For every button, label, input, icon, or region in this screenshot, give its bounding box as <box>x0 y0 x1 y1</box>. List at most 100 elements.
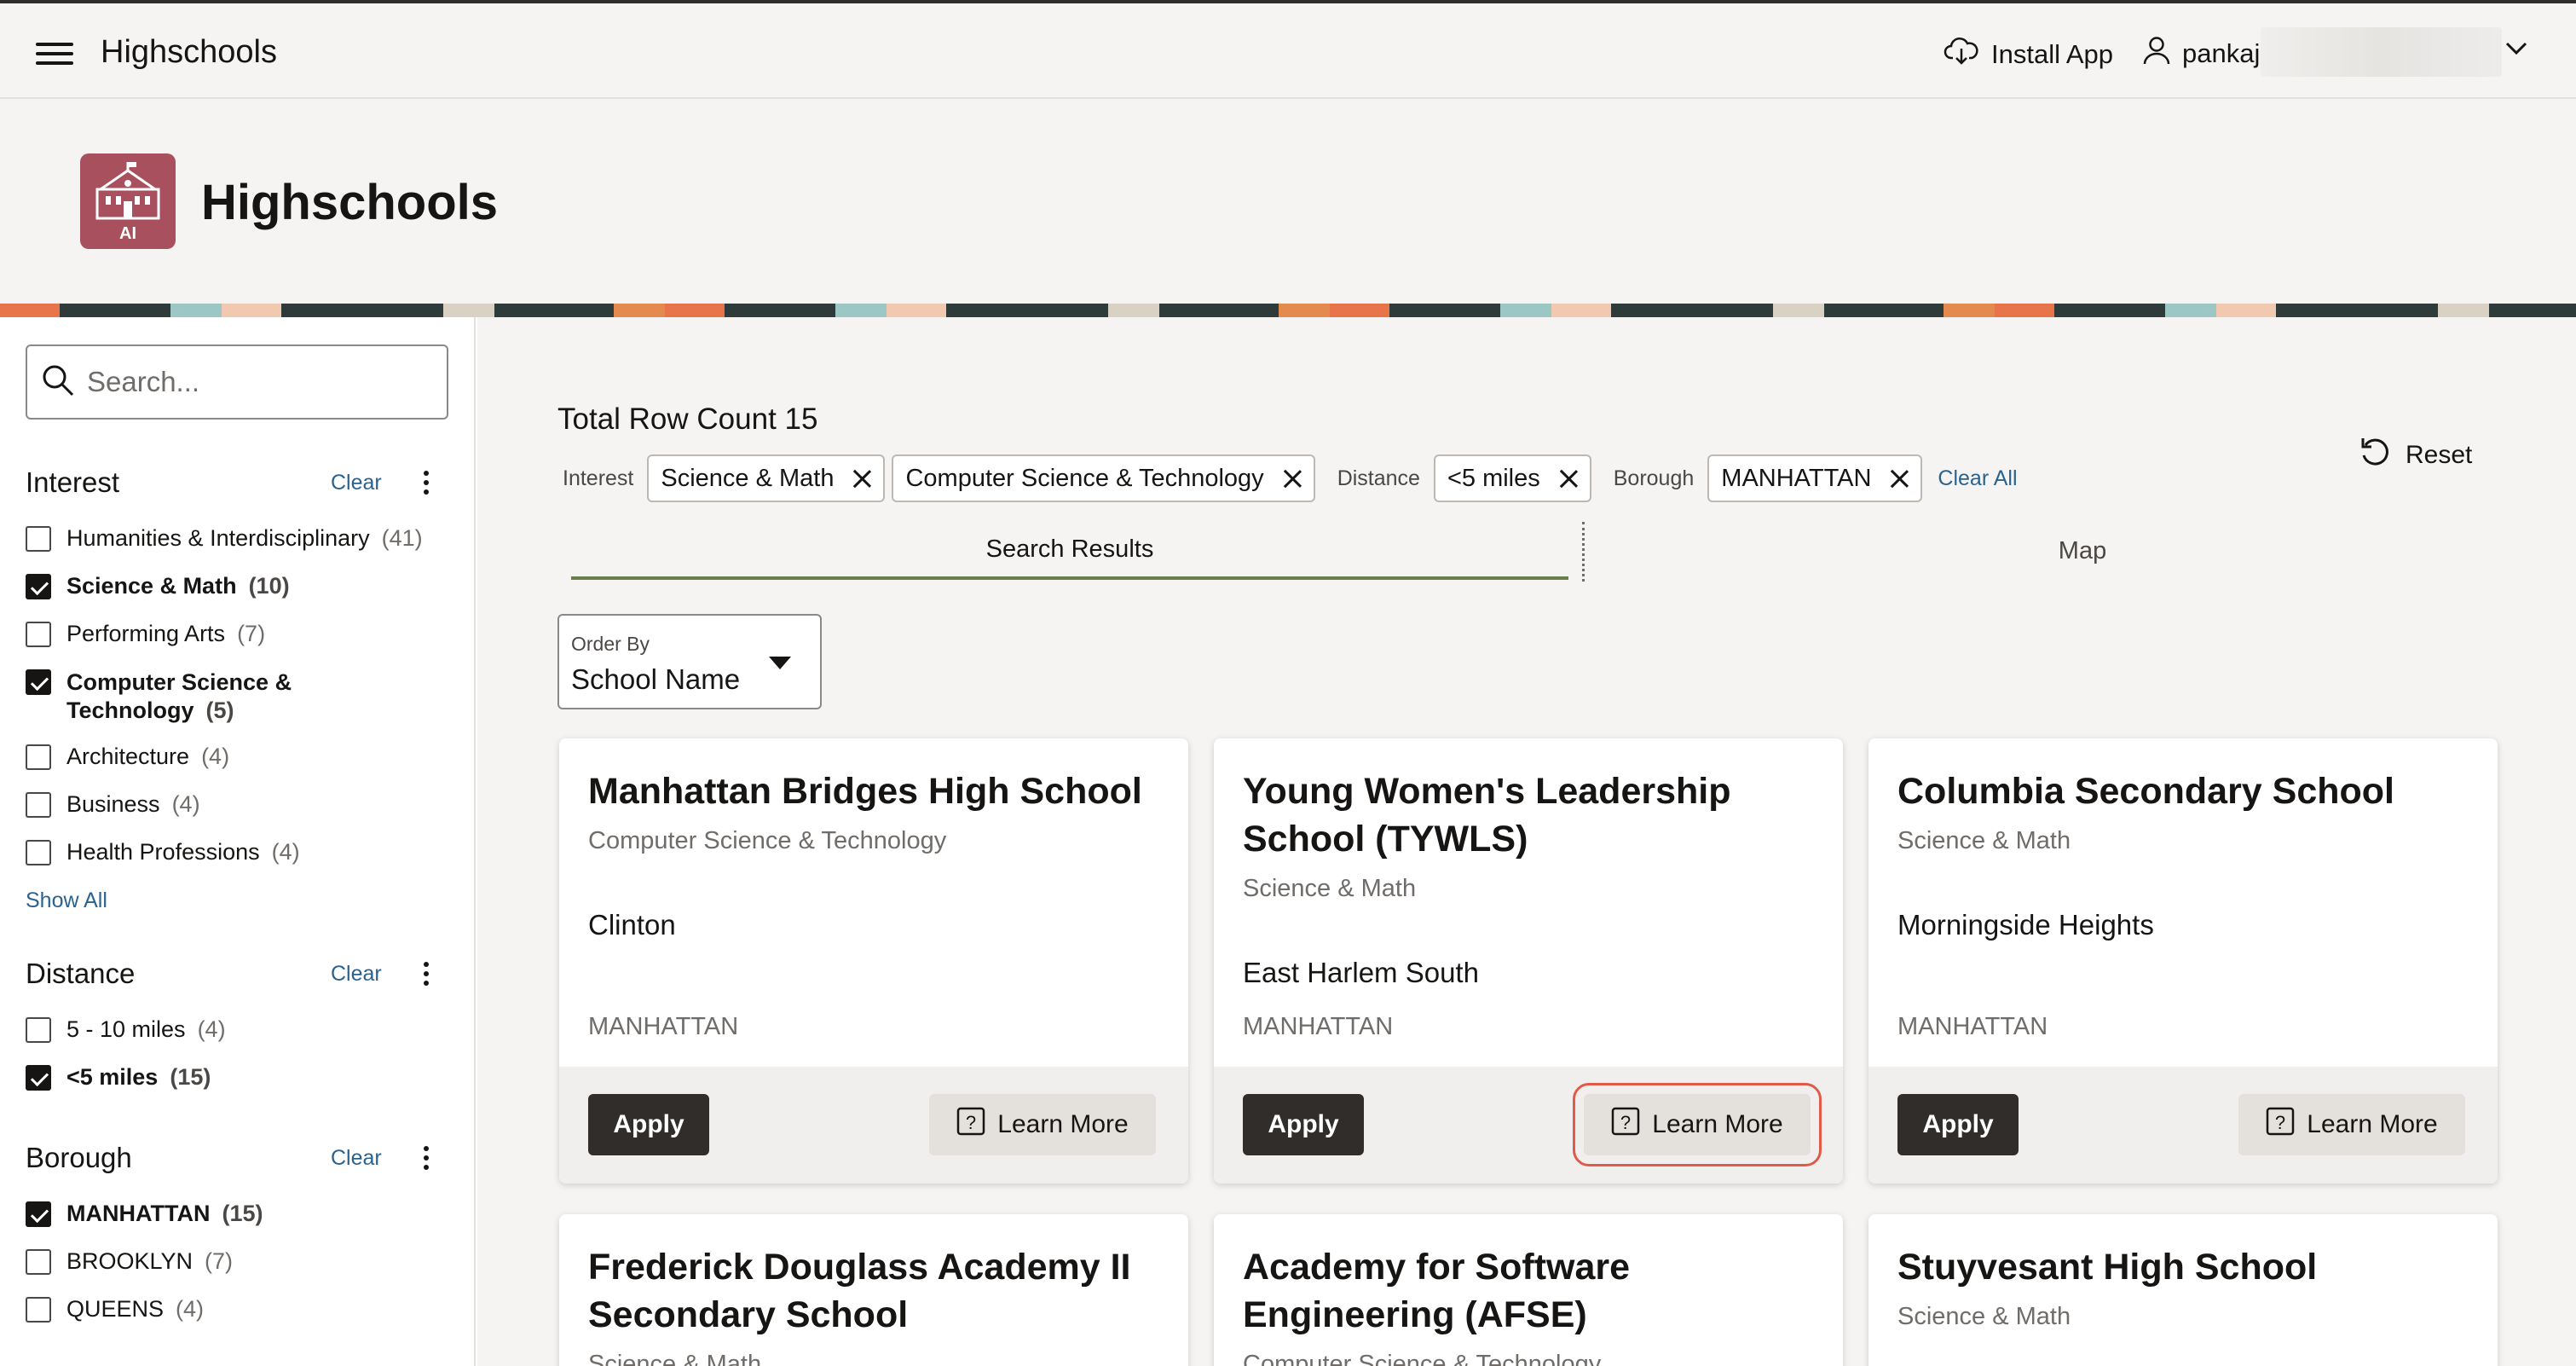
user-menu[interactable]: pankaj <box>2143 36 2260 72</box>
reset-label: Reset <box>2406 441 2473 469</box>
checkbox[interactable] <box>26 526 51 552</box>
facet-option[interactable]: Performing Arts (7) <box>26 621 265 647</box>
checkbox[interactable] <box>26 669 51 695</box>
option-label: Performing Arts <box>66 621 226 646</box>
chip-label: Computer Science & Technology <box>905 464 1264 492</box>
checkbox[interactable] <box>26 574 51 599</box>
show-all-link[interactable]: Show All <box>26 888 107 913</box>
card-footer: Apply ? Learn More <box>1214 1067 1843 1184</box>
filter-chip: <5 miles <box>1433 454 1591 502</box>
order-by-label: Order By <box>571 633 650 655</box>
facet-option[interactable]: Business (4) <box>26 791 200 818</box>
more-options-icon[interactable] <box>413 466 439 500</box>
checkbox[interactable] <box>26 622 51 647</box>
option-count: (4) <box>201 744 230 769</box>
tab-search-results[interactable]: Search Results <box>571 522 1568 580</box>
apply-button[interactable]: Apply <box>1897 1094 2019 1155</box>
school-neighborhood: East Harlem South <box>1243 957 1479 988</box>
school-interest: Science & Math <box>1897 827 2071 854</box>
facet-clear-button[interactable]: Clear <box>331 962 382 987</box>
option-label: <5 miles <box>66 1064 159 1090</box>
school-card: Academy for Software Engineering (AFSE) … <box>1214 1214 1843 1366</box>
facet-option[interactable]: BROOKLYN (7) <box>26 1248 233 1275</box>
apply-button[interactable]: Apply <box>588 1094 709 1155</box>
chip-label: Science & Math <box>661 464 835 492</box>
more-options-icon[interactable] <box>413 1141 439 1175</box>
option-count: (15) <box>222 1201 263 1226</box>
option-count: (4) <box>171 791 200 817</box>
remove-chip-icon[interactable] <box>852 469 871 488</box>
facet-option[interactable]: Computer Science & Technology (5) <box>26 669 322 725</box>
option-count: (4) <box>176 1296 205 1322</box>
school-interest: Science & Math <box>1243 875 1417 902</box>
school-interest: Computer Science & Technology <box>1243 1351 1602 1366</box>
search-input[interactable] <box>87 366 428 398</box>
app-icon-badge: AI <box>119 224 136 243</box>
reset-button[interactable]: Reset <box>2358 435 2472 476</box>
facet-option[interactable]: Architecture (4) <box>26 744 229 770</box>
option-count: (10) <box>248 573 290 599</box>
checkbox[interactable] <box>26 792 51 818</box>
checkbox[interactable] <box>26 1065 51 1091</box>
help-icon: ? <box>1611 1107 1640 1143</box>
school-name[interactable]: Frederick Douglass Academy II Secondary … <box>588 1243 1168 1339</box>
remove-chip-icon[interactable] <box>1559 469 1578 488</box>
option-label: Architecture <box>66 744 190 769</box>
option-count: (5) <box>205 697 234 723</box>
facet-option[interactable]: 5 - 10 miles (4) <box>26 1016 226 1043</box>
facet-option[interactable]: Health Professions (4) <box>26 839 300 865</box>
school-card: Young Women's Leadership School (TYWLS) … <box>1214 738 1843 1184</box>
school-name[interactable]: Manhattan Bridges High School <box>588 767 1168 815</box>
facet-clear-button[interactable]: Clear <box>331 1146 382 1171</box>
option-label: 5 - 10 miles <box>66 1016 186 1042</box>
learn-more-button[interactable]: ? Learn More <box>2238 1094 2465 1155</box>
apply-button[interactable]: Apply <box>1243 1094 1364 1155</box>
facet-option[interactable]: MANHATTAN (15) <box>26 1201 263 1227</box>
school-name[interactable]: Stuyvesant High School <box>1897 1243 2477 1291</box>
search-box[interactable] <box>26 344 448 420</box>
option-label: BROOKLYN <box>66 1248 193 1274</box>
remove-chip-icon[interactable] <box>1283 469 1302 488</box>
tab-map[interactable]: Map <box>1584 522 2576 580</box>
school-name[interactable]: Columbia Secondary School <box>1897 767 2477 815</box>
order-by-select[interactable]: Order By School Name <box>557 614 822 709</box>
option-label: Health Professions <box>66 839 260 865</box>
checkbox[interactable] <box>26 744 51 770</box>
install-app-button[interactable]: Install App <box>1944 36 2113 73</box>
checkbox[interactable] <box>26 1297 51 1323</box>
order-by-value: School Name <box>571 663 741 695</box>
learn-more-button[interactable]: ? Learn More <box>1573 1083 1822 1166</box>
checkbox[interactable] <box>26 1201 51 1227</box>
remove-chip-icon[interactable] <box>1890 469 1909 488</box>
option-count: (7) <box>237 621 266 646</box>
card-footer: Apply ? Learn More <box>559 1067 1188 1184</box>
option-label: Humanities & Interdisciplinary <box>66 525 370 551</box>
caret-down-icon <box>769 657 791 669</box>
school-interest: Computer Science & Technology <box>588 827 947 854</box>
school-name[interactable]: Academy for Software Engineering (AFSE) <box>1243 1243 1822 1339</box>
facet-title: Distance <box>26 958 136 989</box>
facet-clear-button[interactable]: Clear <box>331 471 382 495</box>
learn-more-label: Learn More <box>1652 1110 1783 1138</box>
app-title: Highschools <box>101 34 277 70</box>
facet-option[interactable]: Science & Math (10) <box>26 573 290 599</box>
svg-text:?: ? <box>1620 1112 1631 1133</box>
chevron-down-icon[interactable] <box>2504 41 2528 61</box>
clear-all-link[interactable]: Clear All <box>1938 466 2017 491</box>
facet-option[interactable]: QUEENS (4) <box>26 1296 204 1323</box>
school-name[interactable]: Young Women's Leadership School (TYWLS) <box>1243 767 1822 863</box>
option-label: Business <box>66 791 160 817</box>
school-app-icon: AI <box>80 153 176 249</box>
checkbox[interactable] <box>26 1017 51 1043</box>
cloud-download-icon <box>1944 36 1979 73</box>
facet-option[interactable]: <5 miles (15) <box>26 1064 211 1091</box>
checkbox[interactable] <box>26 1249 51 1275</box>
chip-label: <5 miles <box>1447 464 1540 492</box>
school-card: Frederick Douglass Academy II Secondary … <box>559 1214 1188 1366</box>
filter-sidebar: Interest Clear Humanities & Interdiscipl… <box>0 317 476 1366</box>
checkbox[interactable] <box>26 840 51 865</box>
hamburger-menu-icon[interactable] <box>36 41 75 67</box>
facet-option[interactable]: Humanities & Interdisciplinary (41) <box>26 525 423 552</box>
more-options-icon[interactable] <box>413 957 439 991</box>
learn-more-button[interactable]: ? Learn More <box>929 1094 1156 1155</box>
